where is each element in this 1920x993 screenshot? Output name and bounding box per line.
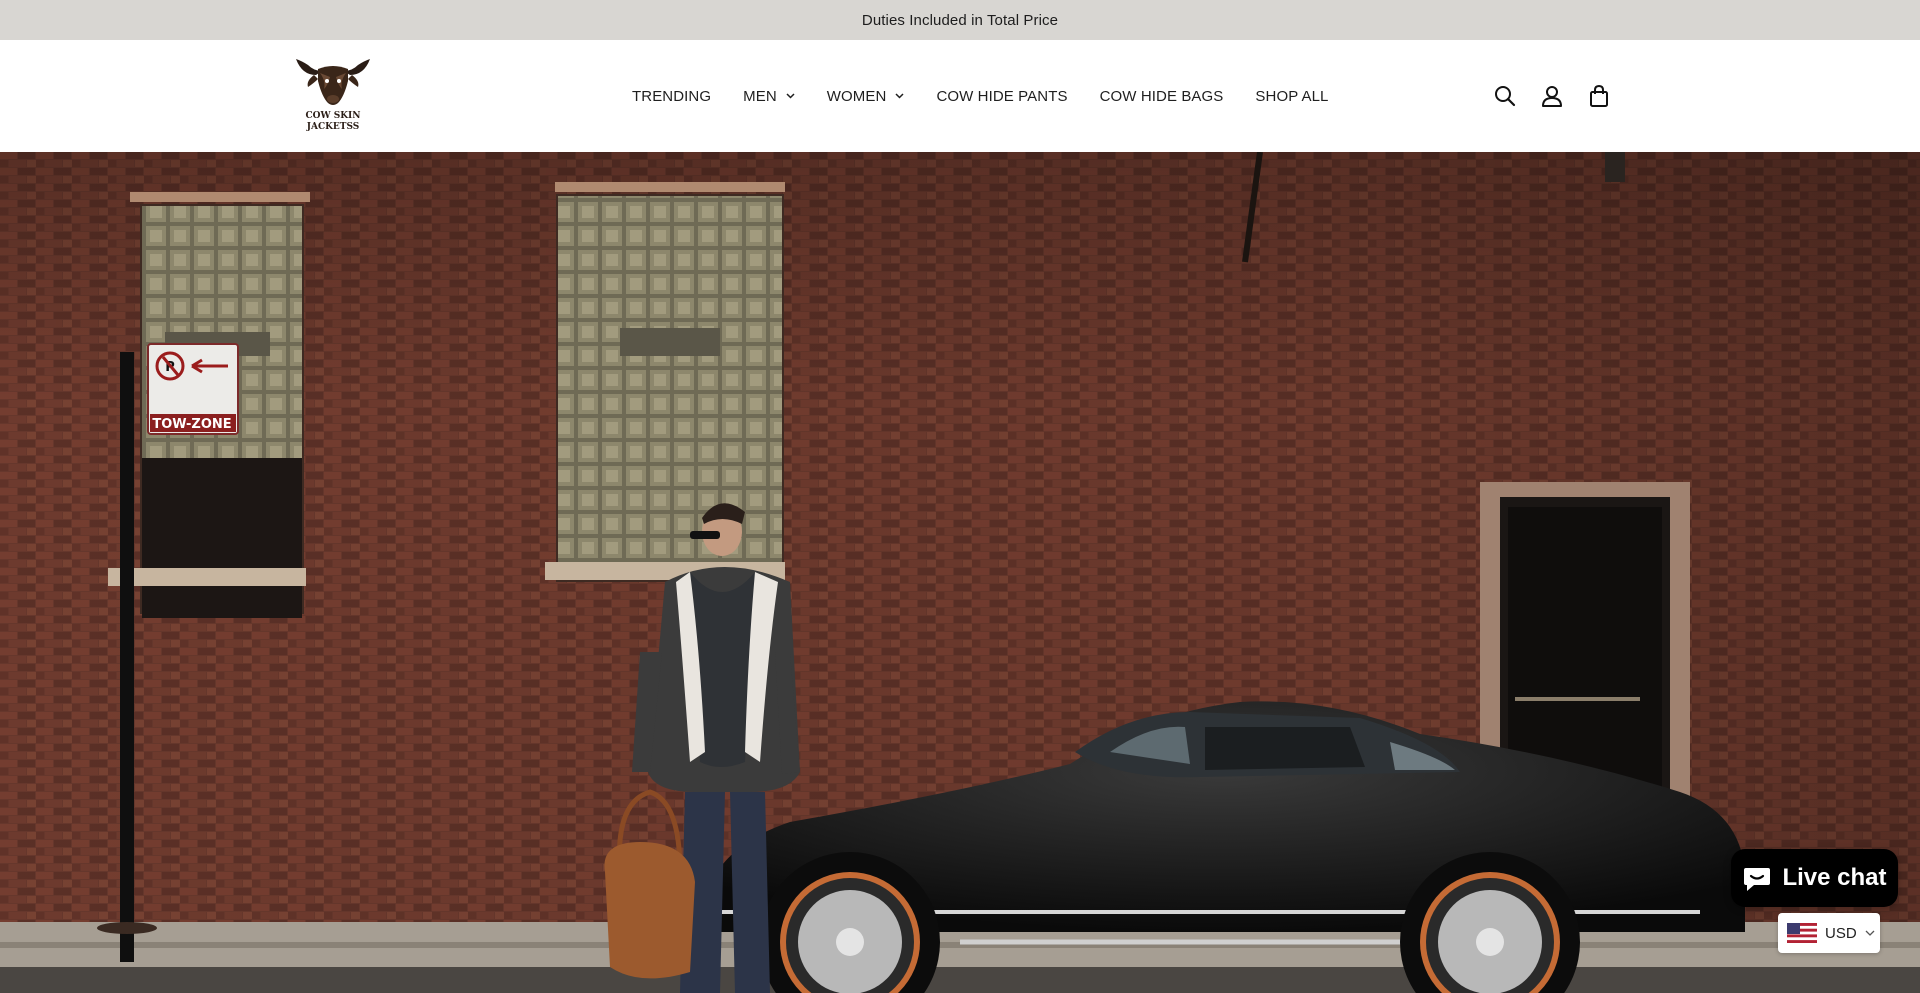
cart-button[interactable] xyxy=(1586,83,1612,109)
nav-item-label: COW HIDE BAGS xyxy=(1099,87,1224,105)
nav-item-label: WOMEN xyxy=(826,87,887,105)
search-icon xyxy=(1495,86,1516,107)
search-button[interactable] xyxy=(1492,83,1518,109)
chevron-down-icon xyxy=(786,93,795,99)
currency-code: USD xyxy=(1825,924,1857,942)
chevron-down-icon xyxy=(1865,930,1875,936)
header-icons xyxy=(1492,40,1612,152)
site-header: COW SKIN JACKETSS TRENDING MEN WOMEN COW… xyxy=(0,40,1920,152)
nav-item-label: COW HIDE PANTS xyxy=(936,87,1068,105)
currency-selector[interactable]: USD xyxy=(1778,913,1880,953)
nav-item-label: TRENDING xyxy=(632,87,712,105)
chat-bubble-icon xyxy=(1744,868,1771,891)
announcement-text: Duties Included in Total Price xyxy=(861,11,1059,29)
us-flag-icon xyxy=(1787,923,1817,943)
nav-item-shop-all[interactable]: SHOP ALL xyxy=(1255,88,1328,105)
nav-item-cow-hide-bags[interactable]: COW HIDE BAGS xyxy=(1100,88,1224,105)
announcement-bar: Duties Included in Total Price xyxy=(0,0,1920,40)
account-button[interactable] xyxy=(1539,83,1565,109)
hero-banner[interactable]: P TOW-ZONE xyxy=(0,152,1920,993)
chevron-down-icon xyxy=(895,93,904,99)
logo-line-1: COW SKIN xyxy=(305,111,360,121)
tow-zone-sign: TOW-ZONE xyxy=(152,417,231,432)
nav-item-men[interactable]: MEN xyxy=(743,88,795,105)
cart-icon xyxy=(1590,85,1608,107)
hero-image: P TOW-ZONE xyxy=(0,152,1920,993)
logo-line-2: JACKETSS xyxy=(306,122,360,132)
logo[interactable]: COW SKIN JACKETSS xyxy=(292,51,374,133)
live-chat-label: Live chat xyxy=(1782,864,1887,891)
nav-item-trending[interactable]: TRENDING xyxy=(632,88,711,105)
account-icon xyxy=(1542,86,1562,107)
bull-head-logo xyxy=(296,59,370,105)
main-nav: TRENDING MEN WOMEN COW HIDE PANTS COW HI… xyxy=(632,40,1328,152)
nav-item-cow-hide-pants[interactable]: COW HIDE PANTS xyxy=(936,88,1067,105)
nav-item-label: MEN xyxy=(743,87,777,105)
nav-item-women[interactable]: WOMEN xyxy=(827,88,905,105)
nav-item-label: SHOP ALL xyxy=(1255,87,1329,105)
live-chat-button[interactable]: Live chat xyxy=(1731,849,1898,907)
